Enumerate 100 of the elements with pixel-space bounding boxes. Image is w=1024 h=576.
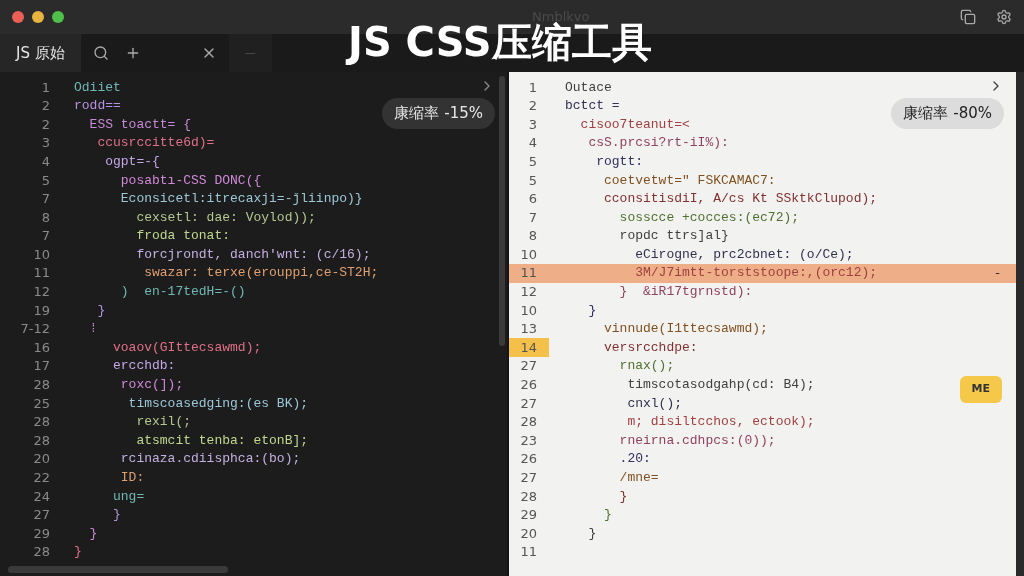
line-number: 28 (519, 487, 538, 506)
line-number: 11 (519, 543, 538, 562)
line-number: 12 (32, 283, 51, 302)
line-number: 12 (519, 283, 538, 302)
code-line: ) en-17tedH=-() (119, 283, 246, 302)
line-number: 28 (519, 413, 538, 432)
line-number: 5 (527, 152, 538, 171)
compression-badge: 康缩率 -80% (891, 98, 1004, 129)
code-line: voaov(GIttecsawmd); (112, 338, 262, 357)
line-number: 13 (519, 320, 538, 339)
line-number: 17 (32, 357, 51, 376)
line-number: 29 (32, 524, 51, 543)
code-line: eCirogne, prc2cbnet: (o/Ce); (634, 245, 854, 264)
diff-marker: - (995, 264, 1000, 283)
code-line: ID: (119, 469, 145, 487)
code-line: Odiiet (73, 78, 121, 97)
line-number: 7 (40, 227, 51, 246)
code-line: atsmcit tenba: etonB]; (135, 431, 309, 450)
code-line: rodd== (73, 97, 121, 116)
code-line: .20: (618, 450, 651, 469)
line-number: 26 (519, 376, 538, 395)
copy-icon[interactable] (960, 9, 976, 25)
code-line: cnxl(); (626, 394, 683, 413)
code-line: rexil(; (135, 413, 192, 432)
code-line: m; disiltcchos, ectook); (626, 413, 815, 432)
code-line: rcinaza.cdiisphca:(bo); (119, 450, 301, 469)
line-number: 2 (40, 97, 51, 116)
line-number: 19 (32, 301, 51, 320)
line-number: 28 (32, 431, 51, 450)
code-line: } (603, 506, 612, 525)
line-number: 4 (527, 134, 538, 153)
code-line: rneirna.cdhpcs:(0)); (618, 431, 776, 450)
line-number: 28 (32, 413, 51, 432)
line-number: 7 (527, 208, 538, 227)
code-line: rnax(); (618, 357, 675, 376)
code-line: ⁞ (88, 320, 98, 339)
line-number: 4 (40, 152, 51, 171)
code-line: forcjrondt, danch'wnt: (c/16); (135, 245, 371, 264)
code-line: } (618, 487, 628, 506)
line-number: 20 (32, 450, 51, 469)
code-line: sosscce +cocces:(ec72); (618, 208, 800, 227)
code-line: cisoo7teanut=< (579, 115, 690, 134)
code-line: ccusrccitte6d)= (96, 134, 215, 153)
code-line: } &iR17tgrnstd): (618, 283, 753, 302)
line-number: 27 (519, 469, 538, 487)
line-number: 3 (40, 134, 51, 153)
compression-badge: 康缩率 -15% (382, 98, 495, 129)
line-number: 25 (32, 394, 51, 413)
scrollbar[interactable] (499, 76, 505, 346)
line-number: 28 (32, 376, 51, 395)
line-number: 16 (32, 338, 51, 357)
line-number: 22 (32, 469, 51, 487)
line-number: 14 (509, 337, 549, 358)
code-line: } (587, 524, 597, 543)
code-line: } (96, 301, 106, 320)
line-number: 10 (519, 301, 538, 320)
tab[interactable]: JS 原始 (0, 34, 81, 72)
scrollbar[interactable] (8, 565, 228, 573)
line-number: 6 (527, 190, 538, 209)
code-line: /mne= (618, 469, 659, 487)
settings-icon[interactable] (996, 9, 1012, 25)
line-number: 1 (40, 78, 51, 97)
line-number: 20 (519, 524, 538, 543)
code-line: Econsicetl:itrecaxji=-ǰliinpo)} (119, 190, 363, 209)
code-line: } (88, 524, 98, 543)
line-number: 7-12 (19, 320, 51, 339)
code-line: cconsitisdiI, A/cs Kt SSktkClupod); (603, 190, 878, 209)
code-line: ung= (112, 487, 145, 506)
code-line: Outace (564, 78, 612, 97)
line-number: 27 (519, 357, 538, 376)
search-icon[interactable] (92, 45, 109, 61)
line-number: 28 (32, 543, 51, 562)
line-number: 29 (519, 506, 538, 525)
code-line: csS.prcsi?rt-iI%): (587, 134, 729, 153)
line-number: 27 (32, 506, 51, 525)
tag: ME (959, 376, 1002, 403)
code-line: coetvetwt=" FSKCAMAC7: (603, 171, 776, 190)
line-number: 8 (527, 227, 538, 246)
line-number: 26 (519, 450, 538, 469)
line-number: 8 (40, 208, 51, 227)
code-line: timscotasodgahp(cd: B4); (626, 376, 815, 395)
code-line: ercchdb: (112, 357, 176, 376)
code-line: bctct = (564, 97, 620, 116)
code-line: vinnude(I1ttecsawmd); (603, 320, 768, 339)
line-number: 1 (527, 78, 538, 97)
code-line: } (73, 543, 82, 562)
line-number: 7 (40, 190, 51, 209)
line-number: 11 (32, 264, 51, 283)
code-line: froda tonat: (135, 227, 231, 246)
code-line: ESS toactt= { (88, 115, 192, 134)
code-line: versrcchdpe: (603, 338, 698, 357)
line-number: 27 (519, 394, 538, 413)
line-number: 3 (527, 115, 538, 134)
code-line: swazar: terxe(erouppi,ce-ST2H; (143, 264, 379, 283)
line-number: 2 (527, 97, 538, 116)
code-line: timscoasedging:(es BK); (127, 394, 309, 413)
code-line: ropdc ttrs]al} (618, 227, 729, 246)
code-line: rogtt: (595, 152, 643, 171)
code-line: ogpt=-{ (104, 152, 160, 171)
line-number: 10 (32, 245, 51, 264)
